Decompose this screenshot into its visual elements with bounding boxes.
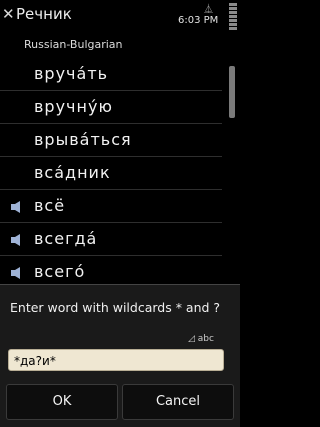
list-item[interactable]: врывáться — [0, 124, 222, 157]
word-label: вручнýю — [34, 97, 113, 116]
cancel-button[interactable]: Cancel — [122, 384, 234, 420]
list-item[interactable]: всáдник — [0, 157, 222, 190]
word-label: врывáться — [34, 130, 132, 149]
list-item[interactable]: вручнýю — [0, 91, 222, 124]
word-list: вручáть вручнýю врывáться всáдник всё вс… — [0, 58, 240, 289]
word-label: всегдá — [34, 229, 98, 248]
speaker-icon — [11, 234, 20, 246]
dialog-prompt: Enter word with wildcards * and ? — [10, 300, 221, 315]
word-label: всáдник — [34, 163, 111, 182]
speaker-icon — [11, 267, 20, 279]
pen-icon: ◿ — [188, 334, 195, 344]
speaker-icon — [11, 201, 20, 213]
scroll-thumb[interactable] — [229, 66, 235, 118]
word-label: вручáть — [34, 64, 109, 83]
status-bar: ✕ Речник 6:03 PM ⏅ — [0, 0, 240, 34]
list-item[interactable]: всегдá — [0, 223, 222, 256]
input-mode-indicator: ◿ abc — [188, 334, 214, 344]
list-item[interactable]: всё — [0, 190, 222, 223]
word-label: всегó — [34, 262, 86, 281]
input-mode-label: abc — [197, 334, 214, 344]
battery-icon — [229, 3, 237, 31]
clock: 6:03 PM — [178, 15, 219, 26]
app-title: Речник — [16, 5, 72, 23]
scrollbar[interactable] — [229, 58, 235, 288]
wildcard-input[interactable]: *да?и* — [8, 349, 224, 371]
word-label: всё — [34, 196, 66, 215]
dictionary-direction: Russian-Bulgarian — [24, 38, 123, 51]
wildcard-dialog: Enter word with wildcards * and ? ◿ abc … — [0, 284, 240, 427]
list-item[interactable]: вручáть — [0, 58, 222, 91]
ok-button[interactable]: OK — [6, 384, 118, 420]
signal-icon: ⏅ — [204, 5, 214, 15]
close-icon[interactable]: ✕ — [2, 6, 15, 22]
